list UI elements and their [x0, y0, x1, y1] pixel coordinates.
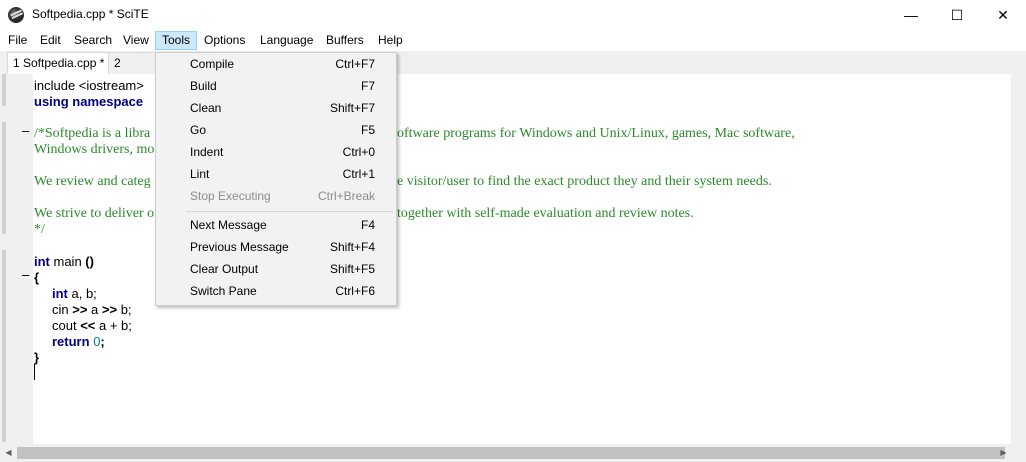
menu-item-clear-output[interactable]: Clear Output Shift+F5 [156, 258, 396, 280]
menu-item-indent[interactable]: Indent Ctrl+0 [156, 141, 396, 163]
maximize-button[interactable]: ☐ [934, 0, 980, 30]
code-line: return 0; [52, 334, 105, 349]
scroll-right-icon[interactable]: ▶ [996, 444, 1011, 461]
menu-file[interactable]: File [8, 32, 27, 49]
code-line: together with self-made evaluation and r… [397, 206, 694, 221]
buffer-tab-bar: 1 Softpedia.cpp * 2 Softpe [0, 51, 1026, 75]
menu-item-stop-executing: Stop Executing Ctrl+Break [190, 189, 375, 203]
scroll-left-icon[interactable]: ◀ [1, 444, 16, 461]
code-line: cin >> a >> b; [52, 302, 132, 317]
change-marker [2, 74, 6, 106]
minimize-icon: — [904, 7, 918, 23]
menu-item-next-message[interactable]: Next Message F4 [156, 214, 396, 236]
window-title: Softpedia.cpp * SciTE [32, 7, 149, 21]
maximize-icon: ☐ [950, 6, 964, 23]
tab-softpedia-cpp[interactable]: 1 Softpedia.cpp * [7, 52, 111, 75]
menu-edit[interactable]: Edit [40, 32, 61, 49]
menu-buffers[interactable]: Buffers [326, 32, 364, 49]
menu-tools[interactable]: Tools [155, 31, 198, 50]
scrollbar-corner [1011, 444, 1026, 462]
code-line: include <iostream> [34, 78, 144, 93]
change-marker [2, 122, 6, 234]
close-icon: ✕ [997, 6, 1009, 23]
menu-item-switch-pane[interactable]: Switch Pane Ctrl+F6 [156, 280, 396, 302]
menu-item-compile[interactable]: Compile Ctrl+F7 [156, 53, 396, 75]
fold-marker[interactable]: – [22, 124, 29, 138]
horizontal-scrollbar[interactable]: ◀ ▶ [0, 444, 1011, 462]
code-line: int main () [34, 254, 94, 269]
menu-item-go[interactable]: Go F5 [156, 119, 396, 141]
menu-view[interactable]: View [123, 32, 149, 49]
horizontal-scroll-thumb[interactable] [17, 447, 1005, 459]
menu-item-previous-message[interactable]: Previous Message Shift+F4 [156, 236, 396, 258]
menu-item-clean[interactable]: Clean Shift+F7 [156, 97, 396, 119]
change-marker [2, 250, 6, 442]
menu-options[interactable]: Options [204, 32, 245, 49]
code-line: e visitor/user to find the exact product… [397, 174, 772, 189]
menu-search[interactable]: Search [74, 32, 112, 49]
minimize-button[interactable]: — [888, 0, 934, 30]
close-button[interactable]: ✕ [980, 0, 1026, 30]
tab-second-buffer[interactable]: 2 Softpe [108, 52, 162, 74]
menu-language[interactable]: Language [260, 32, 313, 49]
menu-bar: File Edit Search View Tools Options Lang… [0, 30, 1026, 51]
menu-help[interactable]: Help [378, 32, 403, 49]
vertical-scrollbar[interactable] [1011, 74, 1026, 444]
menu-item-build[interactable]: Build F7 [156, 75, 396, 97]
title-bar: Softpedia.cpp * SciTE — ☐ ✕ [0, 0, 1026, 30]
menu-separator [186, 211, 393, 212]
text-caret [34, 364, 35, 380]
code-line: cout << a + b; [52, 318, 132, 333]
fold-marker[interactable]: – [22, 268, 29, 282]
code-line: oftware programs for Windows and Unix/Li… [397, 126, 795, 141]
code-line: We review and categ [34, 174, 151, 189]
code-line: Windows drivers, mo [34, 142, 155, 157]
code-line: /*Softpedia is a libra [34, 126, 151, 141]
scite-app-icon [8, 7, 24, 23]
tools-menu-dropdown: Compile Ctrl+F7 Build F7 Clean Shift+F7 Go F… [155, 52, 397, 306]
code-line: using namespace [34, 94, 144, 109]
code-line: { [34, 270, 40, 285]
code-line: We strive to deliver o [34, 206, 155, 221]
code-line: int a, b; [52, 286, 97, 301]
menu-item-lint[interactable]: Lint Ctrl+1 [156, 163, 396, 185]
code-line: */ [34, 222, 45, 237]
editor-margin: – – [0, 74, 33, 444]
